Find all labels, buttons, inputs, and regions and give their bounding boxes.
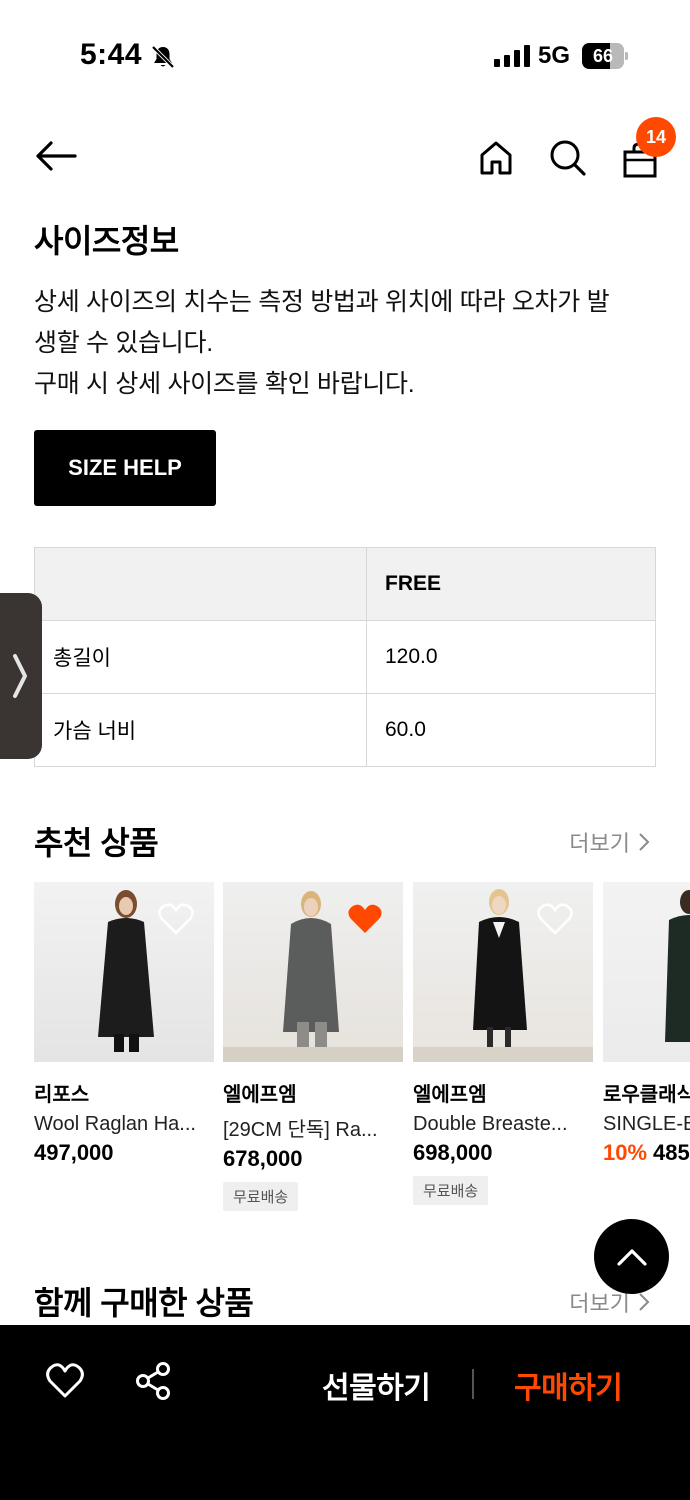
size-info-title: 사이즈정보 [34, 223, 179, 259]
buy-button[interactable]: 구매하기 [514, 1363, 623, 1407]
search-icon [550, 140, 586, 176]
battery-text: 66 [592, 46, 614, 66]
product-image[interactable] [34, 882, 214, 1062]
size-description-line: 구매 시 상세 사이즈를 확인 바랍니다. [34, 370, 415, 398]
bell-off-icon [151, 45, 175, 69]
size-table: FREE 총길이 120.0 가슴 너비 60.0 [34, 547, 656, 767]
size-description-line: 상세 사이즈의 치수는 측정 방법과 위치에 따라 오차가 발 [34, 288, 610, 316]
chevron-right-icon [639, 833, 650, 851]
recommended-more-link[interactable]: 더보기 [569, 826, 650, 858]
size-table-header-cell: FREE [366, 547, 656, 621]
arrow-left-icon [36, 141, 77, 171]
product-image[interactable] [223, 882, 403, 1062]
cart-count-badge: 14 [636, 117, 676, 157]
bottom-action-bar: 선물하기 구매하기 [0, 1325, 690, 1500]
product-price: 698,000 [413, 1140, 493, 1165]
size-help-button[interactable]: SIZE HELP [34, 430, 216, 506]
size-description: 상세 사이즈의 치수는 측정 방법과 위치에 따라 오차가 발 생할 수 있습니… [34, 282, 654, 405]
recommended-title: 추천 상품 [34, 825, 159, 861]
product-name: SINGLE-BR [603, 1113, 690, 1135]
product-brand: 로우클래식 [603, 1084, 690, 1106]
heart-outline-icon[interactable] [45, 1361, 85, 1401]
free-shipping-badge: 무료배송 [413, 1176, 489, 1205]
size-table-row: 총길이 120.0 [34, 620, 656, 694]
product-price: 497,000 [34, 1140, 114, 1165]
gift-button[interactable]: 선물하기 [322, 1363, 431, 1407]
top-nav [0, 120, 690, 200]
product-image[interactable] [603, 882, 690, 1062]
side-drawer-handle[interactable] [0, 593, 42, 759]
product-image[interactable] [413, 882, 593, 1062]
product-card[interactable]: 엘에프엠 [29CM 단독] Ra... 678,000 무료배송 [223, 882, 403, 1211]
product-name: Double Breaste... [413, 1113, 568, 1135]
product-brand: 엘에프엠 [413, 1084, 487, 1106]
product-discount: 10% [603, 1140, 648, 1165]
size-table-label: 총길이 [34, 620, 367, 694]
back-button[interactable] [30, 130, 82, 182]
search-button[interactable] [542, 132, 594, 184]
signal-icon [494, 45, 530, 67]
product-brand: 엘에프엠 [223, 1084, 297, 1106]
product-card[interactable]: 로우클래식 SINGLE-BR 10%485 [603, 882, 690, 1166]
network-label: 5G [538, 42, 571, 69]
status-time: 5:44 [80, 38, 143, 71]
chevron-up-icon [616, 1248, 647, 1266]
product-brand: 리포스 [34, 1084, 90, 1106]
size-table-header-cell [34, 547, 367, 621]
size-table-header-row: FREE [34, 547, 656, 621]
product-price-row: 10% 485 [603, 1140, 690, 1166]
size-table-value: 60.0 [366, 693, 656, 767]
heart-outline-icon[interactable] [537, 902, 573, 936]
product-price-row: 497,000 [34, 1140, 214, 1166]
size-table-row: 가슴 너비 60.0 [34, 693, 656, 767]
size-description-line: 생할 수 있습니다. [34, 329, 213, 357]
product-price: 485 [653, 1140, 690, 1165]
product-price-row: 698,000 [413, 1140, 593, 1166]
heart-outline-icon[interactable] [158, 902, 194, 936]
share-icon[interactable] [134, 1361, 174, 1401]
status-bar: 5:44 5G 66 [0, 0, 690, 110]
product-name: Wool Raglan Ha... [34, 1113, 196, 1135]
scroll-top-button[interactable] [594, 1219, 669, 1294]
size-table-label: 가슴 너비 [34, 693, 367, 767]
product-name: [29CM 단독] Ra... [223, 1119, 378, 1141]
battery-icon: 66 [582, 43, 628, 69]
size-table-value: 120.0 [366, 620, 656, 694]
bought-together-title: 함께 구매한 상품 [34, 1285, 254, 1321]
heart-filled-icon[interactable] [347, 902, 383, 936]
product-card[interactable]: 엘에프엠 Double Breaste... 698,000 무료배송 [413, 882, 593, 1205]
chevron-right-icon [639, 1293, 650, 1311]
divider [472, 1369, 474, 1399]
more-label: 더보기 [569, 831, 630, 856]
home-icon [480, 141, 512, 175]
product-price-row: 678,000 [223, 1146, 403, 1172]
chevron-right-icon [13, 654, 27, 698]
recommended-list: 리포스 Wool Raglan Ha... 497,000 엘에프엠 [29CM… [34, 882, 690, 1212]
home-button[interactable] [470, 132, 522, 184]
product-card[interactable]: 리포스 Wool Raglan Ha... 497,000 [34, 882, 214, 1166]
product-price: 678,000 [223, 1146, 303, 1171]
product-photo [665, 890, 690, 1042]
free-shipping-badge: 무료배송 [223, 1182, 299, 1211]
